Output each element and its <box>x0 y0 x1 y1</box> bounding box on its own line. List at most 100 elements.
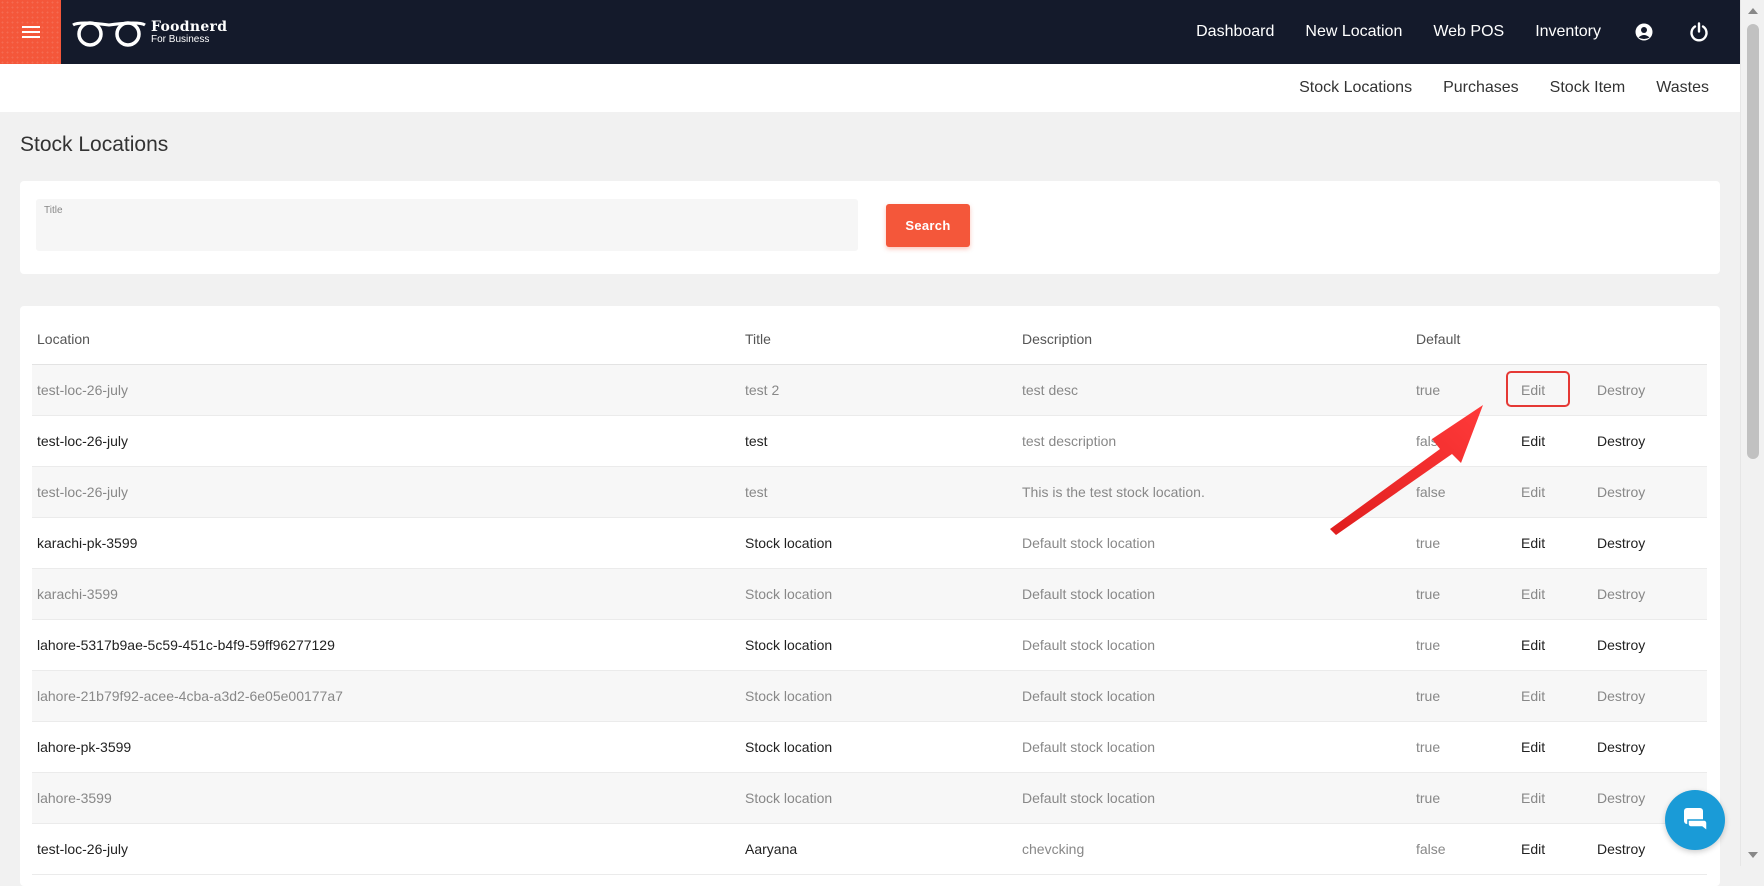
cell-description: test desc <box>1022 382 1079 398</box>
cell-location: lahore-3599 <box>37 790 112 806</box>
table-row: karachi-3599 Stock location Default stock … <box>32 569 1707 620</box>
cell-description: chevcking <box>1022 841 1085 857</box>
destroy-link[interactable]: Destroy <box>1597 535 1645 551</box>
subnav-purchases[interactable]: Purchases <box>1443 79 1519 97</box>
menu-icon <box>21 26 40 38</box>
chat-icon <box>1684 808 1708 833</box>
cell-description: Default stock location <box>1022 739 1156 755</box>
edit-link[interactable]: Edit <box>1521 484 1545 500</box>
cell-default: true <box>1416 586 1441 602</box>
destroy-link[interactable]: Destroy <box>1597 841 1645 857</box>
destroy-link[interactable]: Destroy <box>1597 688 1645 704</box>
cell-default: true <box>1416 739 1441 755</box>
header-description: Description <box>1022 331 1093 347</box>
annotation-arrow <box>1330 405 1483 535</box>
cell-default: true <box>1416 637 1441 653</box>
destroy-link[interactable]: Destroy <box>1597 382 1645 398</box>
subnav-wastes[interactable]: Wastes <box>1656 79 1709 97</box>
title-field-label: Title <box>44 205 63 216</box>
edit-link[interactable]: Edit <box>1521 841 1545 857</box>
table-row: test-loc-26-july Aaryana chevcking false Edi… <box>32 824 1707 875</box>
page-scrollbar[interactable] <box>1740 0 1764 866</box>
glasses-logo-icon <box>72 21 146 47</box>
edit-link[interactable]: Edit <box>1521 790 1545 806</box>
table-row: lahore-21b79f92-acee-4cba-a3d2-6e05e0017… <box>32 671 1707 722</box>
cell-title: Stock location <box>745 637 833 653</box>
top-bar: Foodnerd For Business Dashboard New Loca… <box>0 0 1740 64</box>
cell-description: Default stock location <box>1022 637 1156 653</box>
cell-description: Default stock location <box>1022 688 1156 704</box>
table-row: lahore-3599 Stock location Default stock l… <box>32 773 1707 824</box>
header-location: Location <box>37 331 90 347</box>
table-row: lahore-5317b9ae-5c59-451c-b4f9-59ff96277… <box>32 620 1707 671</box>
stock-locations-table: Location Title Description Default test-… <box>20 306 1720 886</box>
scroll-down-arrow-icon[interactable] <box>1748 852 1758 858</box>
menu-button[interactable] <box>0 0 61 64</box>
edit-link[interactable]: Edit <box>1521 535 1545 551</box>
brand-name: Foodnerd <box>151 18 228 35</box>
top-nav: Dashboard New Location Web POS Inventory <box>1165 0 1740 64</box>
cell-default: true <box>1416 535 1441 551</box>
header-default: Default <box>1416 331 1461 347</box>
cell-title: test 2 <box>745 382 780 398</box>
chat-button[interactable] <box>1665 790 1725 850</box>
scroll-up-arrow-icon[interactable] <box>1748 8 1758 14</box>
cell-default: true <box>1416 790 1441 806</box>
nav-new-location[interactable]: New Location <box>1305 23 1402 41</box>
account-icon <box>1635 23 1653 41</box>
account-button[interactable] <box>1635 23 1653 41</box>
cell-description: Default stock location <box>1022 535 1156 551</box>
table-header: Location Title Description Default <box>32 306 1707 365</box>
edit-link[interactable]: Edit <box>1521 739 1545 755</box>
cell-title: Stock location <box>745 586 833 602</box>
nav-inventory[interactable]: Inventory <box>1535 23 1601 41</box>
destroy-link[interactable]: Destroy <box>1597 790 1645 806</box>
cell-title: Stock location <box>745 739 833 755</box>
subnav-stock-item[interactable]: Stock Item <box>1550 79 1626 97</box>
cell-title: Stock location <box>745 688 833 704</box>
cell-title: Stock location <box>745 535 833 551</box>
cell-title: test <box>745 484 768 500</box>
sub-nav: Stock Locations Purchases Stock Item Was… <box>0 64 1740 112</box>
search-button[interactable]: Search <box>886 204 970 247</box>
cell-title: test <box>745 433 768 449</box>
scrollbar-thumb[interactable] <box>1747 24 1759 459</box>
cell-location: karachi-3599 <box>37 586 118 602</box>
cell-description: This is the test stock location. <box>1022 484 1205 500</box>
filter-card: Title Search <box>20 181 1720 274</box>
cell-location: test-loc-26-july <box>37 484 129 500</box>
cell-location: lahore-5317b9ae-5c59-451c-b4f9-59ff96277… <box>37 637 335 653</box>
title-field[interactable]: Title <box>36 199 858 251</box>
cell-description: test description <box>1022 433 1117 449</box>
header-title: Title <box>745 331 771 347</box>
table-row: lahore-pk-3599 Stock location Default stoc… <box>32 722 1707 773</box>
title-input[interactable] <box>44 223 848 247</box>
cell-location: test-loc-26-july <box>37 433 129 449</box>
brand-tagline: For Business <box>151 33 210 45</box>
edit-link[interactable]: Edit <box>1521 586 1545 602</box>
cell-description: Default stock location <box>1022 790 1156 806</box>
destroy-link[interactable]: Destroy <box>1597 637 1645 653</box>
destroy-link[interactable]: Destroy <box>1597 586 1645 602</box>
destroy-link[interactable]: Destroy <box>1597 739 1645 755</box>
cell-default: true <box>1416 688 1441 704</box>
power-icon <box>1690 22 1708 42</box>
destroy-link[interactable]: Destroy <box>1597 484 1645 500</box>
cell-location: test-loc-26-july <box>37 382 129 398</box>
subnav-stock-locations[interactable]: Stock Locations <box>1299 79 1412 97</box>
edit-link[interactable]: Edit <box>1521 433 1545 449</box>
cell-location: karachi-pk-3599 <box>37 535 138 551</box>
brand-logo[interactable]: Foodnerd For Business <box>71 17 227 47</box>
edit-highlight-box <box>1506 371 1570 407</box>
edit-link[interactable]: Edit <box>1521 688 1545 704</box>
edit-link[interactable]: Edit <box>1521 637 1545 653</box>
page-title: Stock Locations <box>20 133 169 156</box>
cell-description: Default stock location <box>1022 586 1156 602</box>
nav-dashboard[interactable]: Dashboard <box>1196 23 1274 41</box>
cell-title: Stock location <box>745 790 833 806</box>
nav-web-pos[interactable]: Web POS <box>1433 23 1504 41</box>
cell-location: lahore-21b79f92-acee-4cba-a3d2-6e05e0017… <box>37 688 343 704</box>
cell-location: lahore-pk-3599 <box>37 739 132 755</box>
logout-button[interactable] <box>1689 22 1709 42</box>
destroy-link[interactable]: Destroy <box>1597 433 1645 449</box>
